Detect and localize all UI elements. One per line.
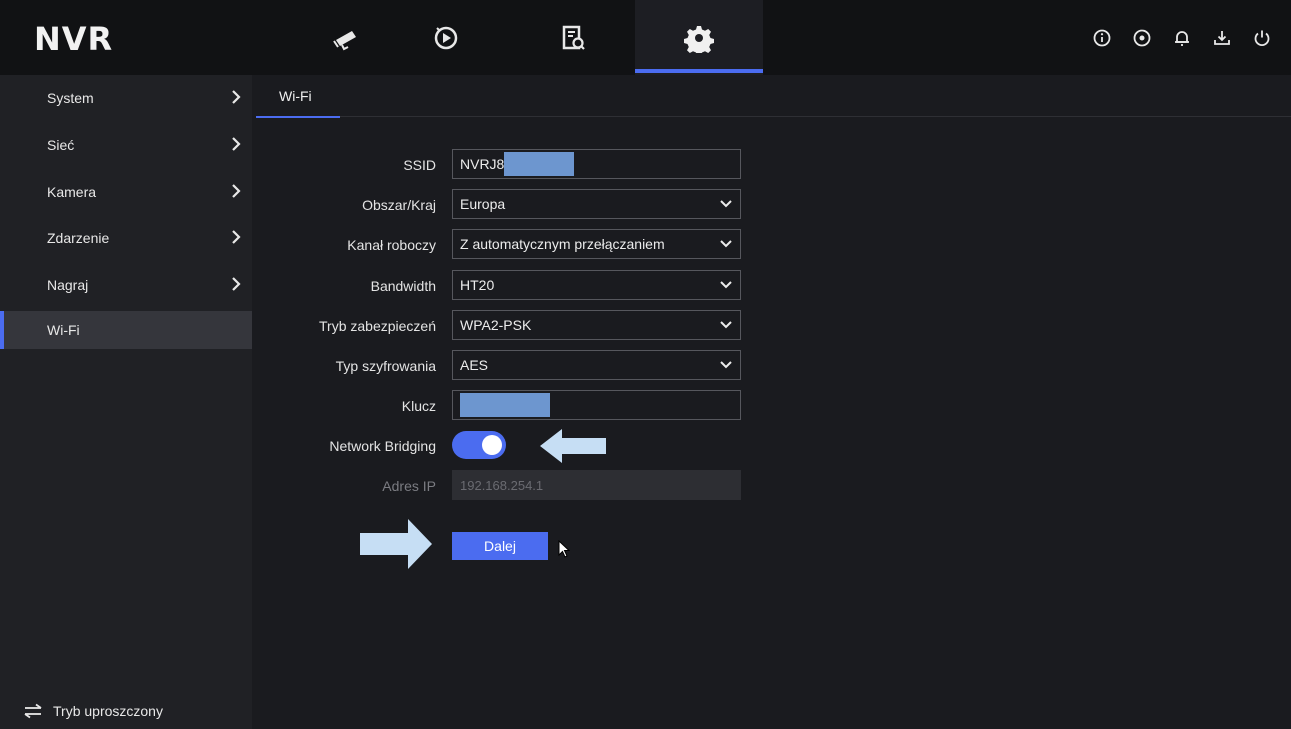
sidebar-item-network[interactable]: Sieć (0, 126, 252, 164)
chevron-down-icon (720, 240, 732, 248)
playback-icon (434, 26, 458, 49)
ssid-label: SSID (403, 157, 436, 173)
redaction-mask (460, 393, 550, 417)
tab-wifi-label: Wi-Fi (279, 88, 312, 104)
ip-label: Adres IP (382, 478, 436, 494)
security-label: Tryb zabezpieczeń (319, 318, 436, 334)
bridging-toggle[interactable] (452, 431, 506, 459)
top-right-toolbar (1091, 27, 1273, 49)
ssid-value: NVRJ8 (460, 156, 505, 172)
bridging-label: Network Bridging (329, 438, 436, 454)
tab-playback[interactable] (382, 0, 510, 75)
region-select[interactable]: Europa (452, 189, 741, 219)
key-row: Klucz (256, 390, 1291, 420)
region-value: Europa (460, 196, 506, 212)
power-icon (1254, 30, 1270, 47)
tab-wifi[interactable]: Wi-Fi (256, 75, 340, 118)
region-row: Obszar/Kraj Europa (256, 189, 1291, 219)
simple-mode-label: Tryb uproszczony (53, 703, 163, 719)
chevron-right-icon (232, 277, 241, 291)
alarm-button[interactable] (1171, 27, 1193, 49)
ip-row: Adres IP 192.168.254.1 (256, 470, 1291, 500)
region-label: Obszar/Kraj (362, 197, 436, 213)
chevron-down-icon (720, 281, 732, 289)
chevron-right-icon (232, 137, 241, 151)
security-select[interactable]: WPA2-PSK (452, 310, 741, 340)
chevron-down-icon (720, 321, 732, 329)
left-arrow-annotation (540, 429, 606, 463)
sidebar-item-record[interactable]: Nagraj (0, 266, 252, 304)
security-value: WPA2-PSK (460, 317, 532, 333)
channel-row: Kanał roboczy Z automatycznym przełączan… (256, 229, 1291, 259)
security-row: Tryb zabezpieczeń WPA2-PSK (256, 310, 1291, 340)
ip-field: 192.168.254.1 (452, 470, 741, 500)
search-file-icon (562, 25, 585, 50)
key-field[interactable] (452, 390, 741, 420)
next-button[interactable]: Dalej (452, 532, 548, 560)
right-arrow-annotation (360, 519, 432, 569)
encryption-row: Typ szyfrowania AES (256, 350, 1291, 380)
ip-value: 192.168.254.1 (460, 477, 544, 493)
sidebar-item-camera[interactable]: Kamera (0, 173, 252, 211)
encryption-select[interactable]: AES (452, 350, 741, 380)
chevron-right-icon (232, 184, 241, 198)
download-icon (1214, 31, 1230, 45)
simple-mode-toggle[interactable]: Tryb uproszczony (23, 703, 163, 719)
download-button[interactable] (1211, 27, 1233, 49)
bridging-row: Network Bridging (256, 429, 1291, 463)
main-panel: Wi-Fi SSID NVRJ8 Obszar/Kraj Europa Kana… (256, 75, 1291, 729)
power-button[interactable] (1251, 27, 1273, 49)
gear-icon (684, 25, 714, 53)
bandwidth-select[interactable]: HT20 (452, 270, 741, 300)
tab-search[interactable] (509, 0, 637, 75)
ssid-field[interactable]: NVRJ8 (452, 149, 741, 179)
encryption-label: Typ szyfrowania (335, 358, 436, 374)
chevron-down-icon (720, 361, 732, 369)
channel-value: Z automatycznym przełączaniem (460, 236, 665, 252)
bandwidth-value: HT20 (460, 277, 495, 293)
sidebar-item-label: Nagraj (47, 277, 89, 293)
sidebar-item-wifi[interactable]: Wi-Fi (0, 311, 252, 349)
tab-settings[interactable] (635, 0, 763, 75)
record-status-button[interactable] (1131, 27, 1153, 49)
chevron-down-icon (720, 200, 732, 208)
encryption-value: AES (460, 357, 489, 373)
redaction-mask (504, 152, 575, 176)
sidebar-item-label: Sieć (47, 137, 75, 153)
info-icon (1093, 29, 1111, 47)
sidebar-item-system[interactable]: System (0, 79, 252, 117)
sidebar: System Sieć Kamera Zdarzenie Nagraj Wi-F… (0, 75, 252, 729)
sidebar-item-event[interactable]: Zdarzenie (0, 219, 252, 257)
camera-icon (333, 30, 356, 50)
channel-select[interactable]: Z automatycznym przełączaniem (452, 229, 741, 259)
chevron-right-icon (232, 90, 241, 104)
bell-icon (1175, 31, 1189, 46)
info-button[interactable] (1091, 27, 1113, 49)
sidebar-item-label: Zdarzenie (47, 230, 110, 246)
sidebar-item-label: Kamera (47, 184, 97, 200)
record-icon (1133, 29, 1151, 47)
sidebar-item-label: Wi-Fi (47, 322, 80, 338)
bandwidth-row: Bandwidth HT20 (256, 270, 1291, 300)
key-label: Klucz (401, 398, 436, 414)
mouse-cursor-icon (558, 540, 570, 558)
swap-arrows-icon (24, 703, 42, 719)
bandwidth-label: Bandwidth (370, 278, 436, 294)
channel-label: Kanał roboczy (347, 237, 436, 253)
ssid-row: SSID NVRJ8 (256, 149, 1291, 179)
toggle-knob (482, 435, 502, 455)
app-logo: NVR (34, 20, 114, 58)
chevron-right-icon (232, 230, 241, 244)
sub-tab-bar: Wi-Fi (256, 75, 1291, 118)
sidebar-item-label: System (47, 90, 94, 106)
top-bar: NVR (0, 0, 1291, 75)
